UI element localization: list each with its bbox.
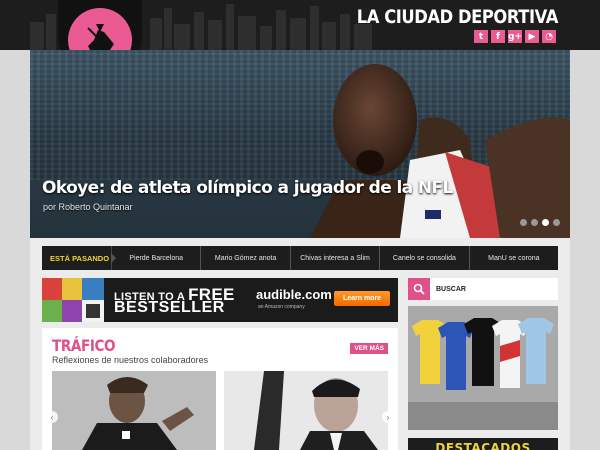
- carousel-next-icon[interactable]: ›: [382, 411, 394, 423]
- section-subtitle: Reflexiones de nuestros colaboradores: [52, 355, 209, 365]
- jerseys-image[interactable]: [408, 306, 558, 430]
- ticker-item[interactable]: ManU se corona: [470, 246, 558, 270]
- ticker-item[interactable]: Chivas interesa a Slim: [291, 246, 381, 270]
- slider-dot-4[interactable]: [553, 219, 560, 226]
- slider-dot-2[interactable]: [531, 219, 538, 226]
- search-icon[interactable]: [408, 278, 430, 300]
- google-plus-icon[interactable]: g+: [508, 30, 522, 43]
- page: LA CIUDAD DEPORTIVA t f g+ ▶ ◔ Okoye: de…: [0, 0, 600, 450]
- audible-banner-ad[interactable]: LISTEN TO A FREE BESTSELLER audible.com …: [42, 278, 398, 322]
- news-ticker: ESTÁ PASANDO Pierde Barcelona Mario Góme…: [42, 246, 558, 270]
- audible-tagline: an Amazon company: [258, 304, 305, 310]
- ticker-item[interactable]: Pierde Barcelona: [112, 246, 202, 270]
- social-links: t f g+ ▶ ◔: [474, 30, 556, 43]
- site-logo[interactable]: [58, 0, 142, 50]
- trafico-section: TRÁFICO Reflexiones de nuestros colabora…: [42, 328, 398, 450]
- slider-dot-1[interactable]: [520, 219, 527, 226]
- logo-badge: [68, 8, 132, 50]
- hero-author: por Roberto Quintanar: [43, 202, 133, 212]
- slider-dots: [520, 219, 560, 226]
- slider-dot-3[interactable]: [542, 219, 549, 226]
- main-content: ESTÁ PASANDO Pierde Barcelona Mario Góme…: [30, 238, 570, 450]
- team-jerseys-image: [408, 306, 558, 430]
- search-box[interactable]: BUSCAR: [408, 278, 558, 300]
- hero-headline[interactable]: Okoye: de atleta olímpico a jugador de l…: [42, 178, 453, 198]
- rss-icon[interactable]: ◔: [542, 30, 556, 43]
- carousel-prev-icon[interactable]: ‹: [46, 411, 58, 423]
- section-title[interactable]: TRÁFICO: [52, 336, 116, 355]
- facebook-icon[interactable]: f: [491, 30, 505, 43]
- politician-image: [224, 371, 388, 450]
- youtube-icon[interactable]: ▶: [525, 30, 539, 43]
- book-covers-image: [42, 278, 104, 322]
- learn-more-button[interactable]: Learn more: [334, 291, 390, 306]
- site-header: LA CIUDAD DEPORTIVA t f g+ ▶ ◔: [0, 0, 600, 50]
- search-label: BUSCAR: [436, 285, 466, 293]
- audible-logo: audible.com: [256, 287, 332, 302]
- ticker-label: ESTÁ PASANDO: [42, 246, 116, 270]
- columnist-thumbnail[interactable]: [52, 371, 216, 450]
- ticker-item[interactable]: Mario Gómez anota: [201, 246, 291, 270]
- site-title[interactable]: LA CIUDAD DEPORTIVA: [357, 6, 559, 28]
- featured-heading[interactable]: DESTACADOS: [408, 438, 558, 450]
- soccer-player-image: [52, 371, 216, 450]
- twitter-icon[interactable]: t: [474, 30, 488, 43]
- ad-bestseller-text: BESTSELLER: [114, 299, 225, 316]
- hero-slider[interactable]: Okoye: de atleta olímpico a jugador de l…: [30, 50, 570, 238]
- columnist-thumbnail[interactable]: [224, 371, 388, 450]
- ticker-item[interactable]: Canelo se consolida: [380, 246, 470, 270]
- see-more-button[interactable]: VER MÁS: [350, 343, 388, 354]
- sneaker-icon: [87, 24, 114, 50]
- hero-athlete-image: [310, 64, 570, 238]
